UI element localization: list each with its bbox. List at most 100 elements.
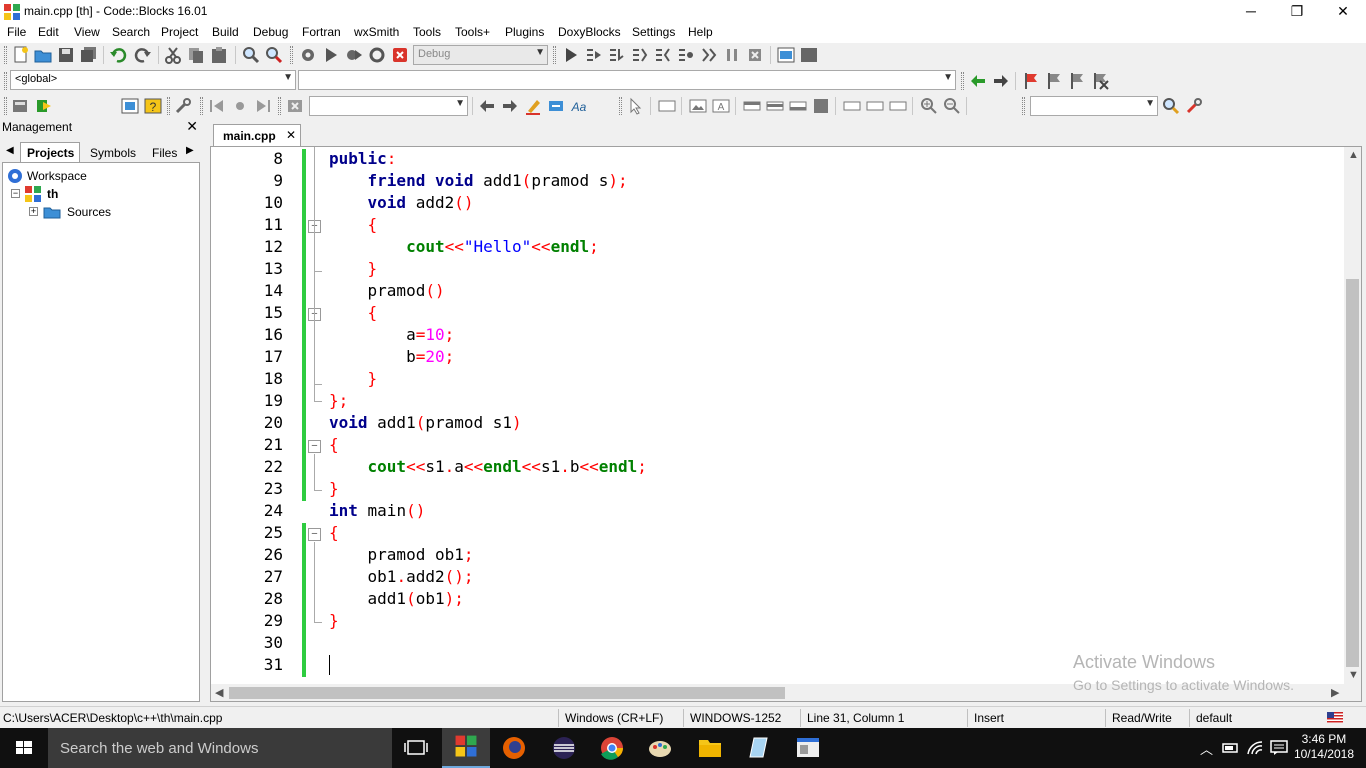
build-target-select[interactable]: Debug ▼	[413, 45, 548, 65]
menu-plugins[interactable]: Plugins	[505, 25, 544, 39]
next-bookmark-icon[interactable]	[1067, 71, 1087, 91]
toolbar-grip[interactable]	[200, 97, 203, 115]
record-icon[interactable]	[230, 96, 250, 116]
redo-icon[interactable]	[133, 45, 153, 65]
scroll-right-icon[interactable]: ▶	[1331, 686, 1339, 699]
selected-text-only-icon[interactable]	[546, 96, 566, 116]
power-icon[interactable]	[1222, 741, 1240, 755]
fill-icon[interactable]	[811, 96, 831, 116]
menu-edit[interactable]: Edit	[38, 25, 59, 39]
find-icon[interactable]	[241, 45, 261, 65]
tab-close-icon[interactable]: ✕	[286, 128, 296, 142]
debug-windows-icon[interactable]	[776, 45, 796, 65]
save-icon[interactable]	[56, 45, 76, 65]
search-next-icon[interactable]	[500, 96, 520, 116]
match-case-icon[interactable]: Aa	[569, 96, 589, 116]
various-info-icon[interactable]	[799, 45, 819, 65]
codeblocks-taskbar-icon[interactable]	[442, 728, 490, 768]
close-button[interactable]: ✕	[1320, 0, 1366, 23]
menu-tools-plus[interactable]: Tools+	[455, 25, 490, 39]
build-gear-icon[interactable]	[298, 45, 318, 65]
editor-tab-main-cpp[interactable]: main.cpp ✕	[213, 124, 301, 146]
tab-scroll-left-icon[interactable]: ◀	[6, 145, 14, 156]
find-symbol-icon[interactable]	[1161, 96, 1181, 116]
menu-doxyblocks[interactable]: DoxyBlocks	[558, 25, 621, 39]
symbol-search-input[interactable]: ▼	[1030, 96, 1158, 116]
zoom-out-icon[interactable]	[942, 96, 962, 116]
wrench-icon[interactable]	[173, 96, 193, 116]
new-file-icon[interactable]	[11, 45, 31, 65]
jump-forward-icon[interactable]	[991, 71, 1011, 91]
save-all-icon[interactable]	[79, 45, 99, 65]
scroll-down-icon[interactable]: ▼	[1348, 669, 1359, 681]
file-explorer-icon[interactable]	[686, 728, 734, 768]
wifi-icon[interactable]	[1246, 740, 1264, 756]
frame-icon[interactable]	[657, 96, 677, 116]
show-hidden-icons[interactable]: ︿	[1200, 739, 1213, 758]
tab-files[interactable]: Files	[144, 143, 184, 162]
toolbar-grip[interactable]	[619, 97, 622, 115]
pointer-icon[interactable]	[625, 96, 645, 116]
align-top-icon[interactable]	[742, 96, 762, 116]
symbol-select[interactable]: ▼	[298, 70, 956, 90]
menu-settings[interactable]: Settings	[632, 25, 675, 39]
step-into-instruction-icon[interactable]	[699, 45, 719, 65]
stop-debug-icon[interactable]	[745, 45, 765, 65]
toolbar-grip[interactable]	[961, 72, 964, 90]
help-docs-icon[interactable]: ?	[143, 96, 163, 116]
app-window-icon[interactable]	[784, 728, 832, 768]
eclipse-icon[interactable]	[540, 728, 588, 768]
jump-back-icon[interactable]	[968, 71, 988, 91]
zoom-in-icon[interactable]	[919, 96, 939, 116]
us-flag-icon[interactable]	[1327, 712, 1343, 723]
clear-bookmarks-icon[interactable]	[1090, 71, 1110, 91]
first-item-icon[interactable]	[207, 96, 227, 116]
menu-wxsmith[interactable]: wxSmith	[354, 25, 399, 39]
toolbar-grip[interactable]	[4, 72, 7, 90]
step-into-icon[interactable]	[630, 45, 650, 65]
debug-start-icon[interactable]	[561, 45, 581, 65]
maximize-button[interactable]: ❐	[1274, 0, 1320, 23]
toolbar-grip[interactable]	[553, 46, 556, 64]
management-close-icon[interactable]: ✕	[186, 118, 198, 135]
menu-debug[interactable]: Debug	[253, 25, 288, 39]
pause-icon[interactable]	[722, 45, 742, 65]
align-bottom-icon[interactable]	[788, 96, 808, 116]
tab-symbols[interactable]: Symbols	[82, 143, 142, 162]
toolbar-grip[interactable]	[1022, 97, 1025, 115]
menu-build[interactable]: Build	[212, 25, 239, 39]
extract-docs-icon[interactable]	[33, 96, 53, 116]
menu-search[interactable]: Search	[112, 25, 150, 39]
taskbar-clock[interactable]: 3:46 PM 10/14/2018	[1294, 732, 1354, 762]
fold-toggle[interactable]: −	[308, 528, 321, 541]
last-item-icon[interactable]	[253, 96, 273, 116]
prev-bookmark-icon[interactable]	[1044, 71, 1064, 91]
scroll-left-icon[interactable]: ◀	[215, 686, 223, 699]
toolbar-grip[interactable]	[4, 46, 7, 64]
panel-left-icon[interactable]	[842, 96, 862, 116]
build-and-run-icon[interactable]	[344, 45, 364, 65]
scroll-up-icon[interactable]: ▲	[1348, 149, 1359, 161]
image-icon[interactable]	[688, 96, 708, 116]
fold-toggle[interactable]: −	[308, 440, 321, 453]
collapse-icon[interactable]: −	[11, 189, 20, 198]
minimize-button[interactable]: ─	[1228, 0, 1274, 23]
windows-start-icon[interactable]	[0, 728, 48, 768]
vertical-scrollbar[interactable]: ▲ ▼	[1344, 147, 1361, 685]
run-to-cursor-icon[interactable]	[584, 45, 604, 65]
notepad-icon[interactable]	[734, 728, 782, 768]
menu-view[interactable]: View	[74, 25, 100, 39]
menu-help[interactable]: Help	[688, 25, 713, 39]
chrome-icon[interactable]	[588, 728, 636, 768]
notifications-icon[interactable]	[1270, 740, 1288, 756]
next-instruction-icon[interactable]	[676, 45, 696, 65]
next-line-icon[interactable]	[607, 45, 627, 65]
taskbar-search-box[interactable]: Search the web and Windows	[48, 728, 392, 768]
menu-fortran[interactable]: Fortran	[302, 25, 341, 39]
task-view-icon[interactable]	[392, 728, 440, 768]
code-editor[interactable]: 8 9 10 11 12 13 14 15 16 17 18 19 20 21 22 23 24 25 26 27 28…	[210, 146, 1362, 702]
expand-icon[interactable]: +	[29, 207, 38, 216]
horizontal-scroll-thumb[interactable]	[229, 687, 785, 699]
panel-center-icon[interactable]	[865, 96, 885, 116]
doxywizard-icon[interactable]	[10, 96, 30, 116]
